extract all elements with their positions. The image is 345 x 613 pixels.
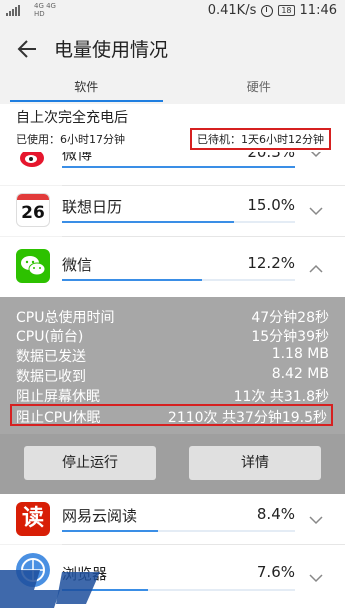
app-name: 微博 (62, 152, 93, 163)
chevron-down-icon (309, 207, 323, 216)
app-percent: 8.4% (256, 505, 295, 523)
usage-bar (62, 530, 295, 532)
app-percent: 7.6% (256, 563, 295, 581)
app-row-weibo[interactable]: 微博 20.3% (0, 152, 345, 185)
usage-bar (62, 279, 295, 281)
summary-heading: 自上次完全充电后 (16, 110, 128, 126)
signal-icon (6, 4, 20, 16)
action-bar: 停止运行 详情 (0, 434, 345, 494)
browser-icon (16, 553, 50, 587)
title-bar: 电量使用情况 (0, 24, 345, 74)
tab-software[interactable]: 软件 (0, 74, 173, 104)
details-button[interactable]: 详情 (189, 446, 321, 480)
battery-icon: 18 (278, 5, 295, 16)
tab-hardware[interactable]: 硬件 (173, 74, 345, 104)
status-bar: 4G 4G HD 0.41K/s 18 11:46 (0, 0, 345, 24)
detail-row-cpu-wakelock: 阻止CPU休眠 2110次 共37分钟19.5秒 (10, 404, 333, 426)
clock: 11:46 (299, 3, 337, 18)
usage-bar (62, 221, 295, 223)
app-name: 浏览器 (62, 565, 108, 583)
battery-summary: 自上次完全充电后 已使用：6小时17分钟 已待机：1天6小时12分钟 (0, 104, 345, 152)
wechat-icon (16, 249, 50, 283)
app-row-browser[interactable]: 浏览器 7.6% (0, 545, 345, 613)
stop-button[interactable]: 停止运行 (24, 446, 156, 480)
app-row-reader[interactable]: 读 网易云阅读 8.4% (0, 494, 345, 544)
chevron-down-icon (309, 516, 323, 525)
app-name: 联想日历 (62, 198, 123, 216)
detail-row-cpu-total: CPU总使用时间 47分钟28秒 (16, 310, 329, 326)
weibo-icon (16, 152, 50, 172)
app-details-panel: CPU总使用时间 47分钟28秒 CPU(前台) 15分钟39秒 数据已发送 1.18… (0, 297, 345, 434)
app-percent: 15.0% (247, 196, 295, 214)
standby-time: 已待机：1天6小时12分钟 (190, 128, 331, 150)
calendar-icon: 26 (16, 193, 50, 227)
app-percent: 12.2% (247, 254, 295, 272)
app-row-wechat[interactable]: 微信 12.2% (0, 237, 345, 297)
used-time: 已使用：6小时17分钟 (16, 133, 125, 146)
app-name: 微信 (62, 256, 93, 274)
reader-icon: 读 (16, 502, 50, 536)
back-button[interactable] (14, 34, 44, 64)
network-speed: 0.41K/s (207, 3, 257, 18)
tab-bar: 软件 硬件 (0, 74, 345, 104)
app-percent: 20.3% (247, 152, 295, 161)
network-indicator: 4G 4G HD (34, 2, 56, 18)
usage-bar (62, 166, 295, 168)
chevron-up-icon (309, 264, 323, 273)
detail-row-data-sent: 数据已发送 1.18 MB (16, 346, 329, 365)
usage-bar (62, 589, 295, 591)
app-row-calendar[interactable]: 26 联想日历 15.0% (0, 186, 345, 236)
page-title: 电量使用情况 (54, 39, 169, 61)
chevron-down-icon (309, 574, 323, 583)
app-name: 网易云阅读 (62, 507, 138, 525)
detail-row-screen-wakelock: 阻止屏幕休眠 11次 共31.8秒 (16, 389, 329, 405)
arrow-left-icon (17, 40, 36, 58)
detail-row-data-received: 数据已收到 8.42 MB (16, 366, 329, 385)
detail-row-cpu-foreground: CPU(前台) 15分钟39秒 (16, 329, 329, 345)
chevron-down-icon (310, 152, 322, 158)
alarm-icon (261, 4, 274, 17)
